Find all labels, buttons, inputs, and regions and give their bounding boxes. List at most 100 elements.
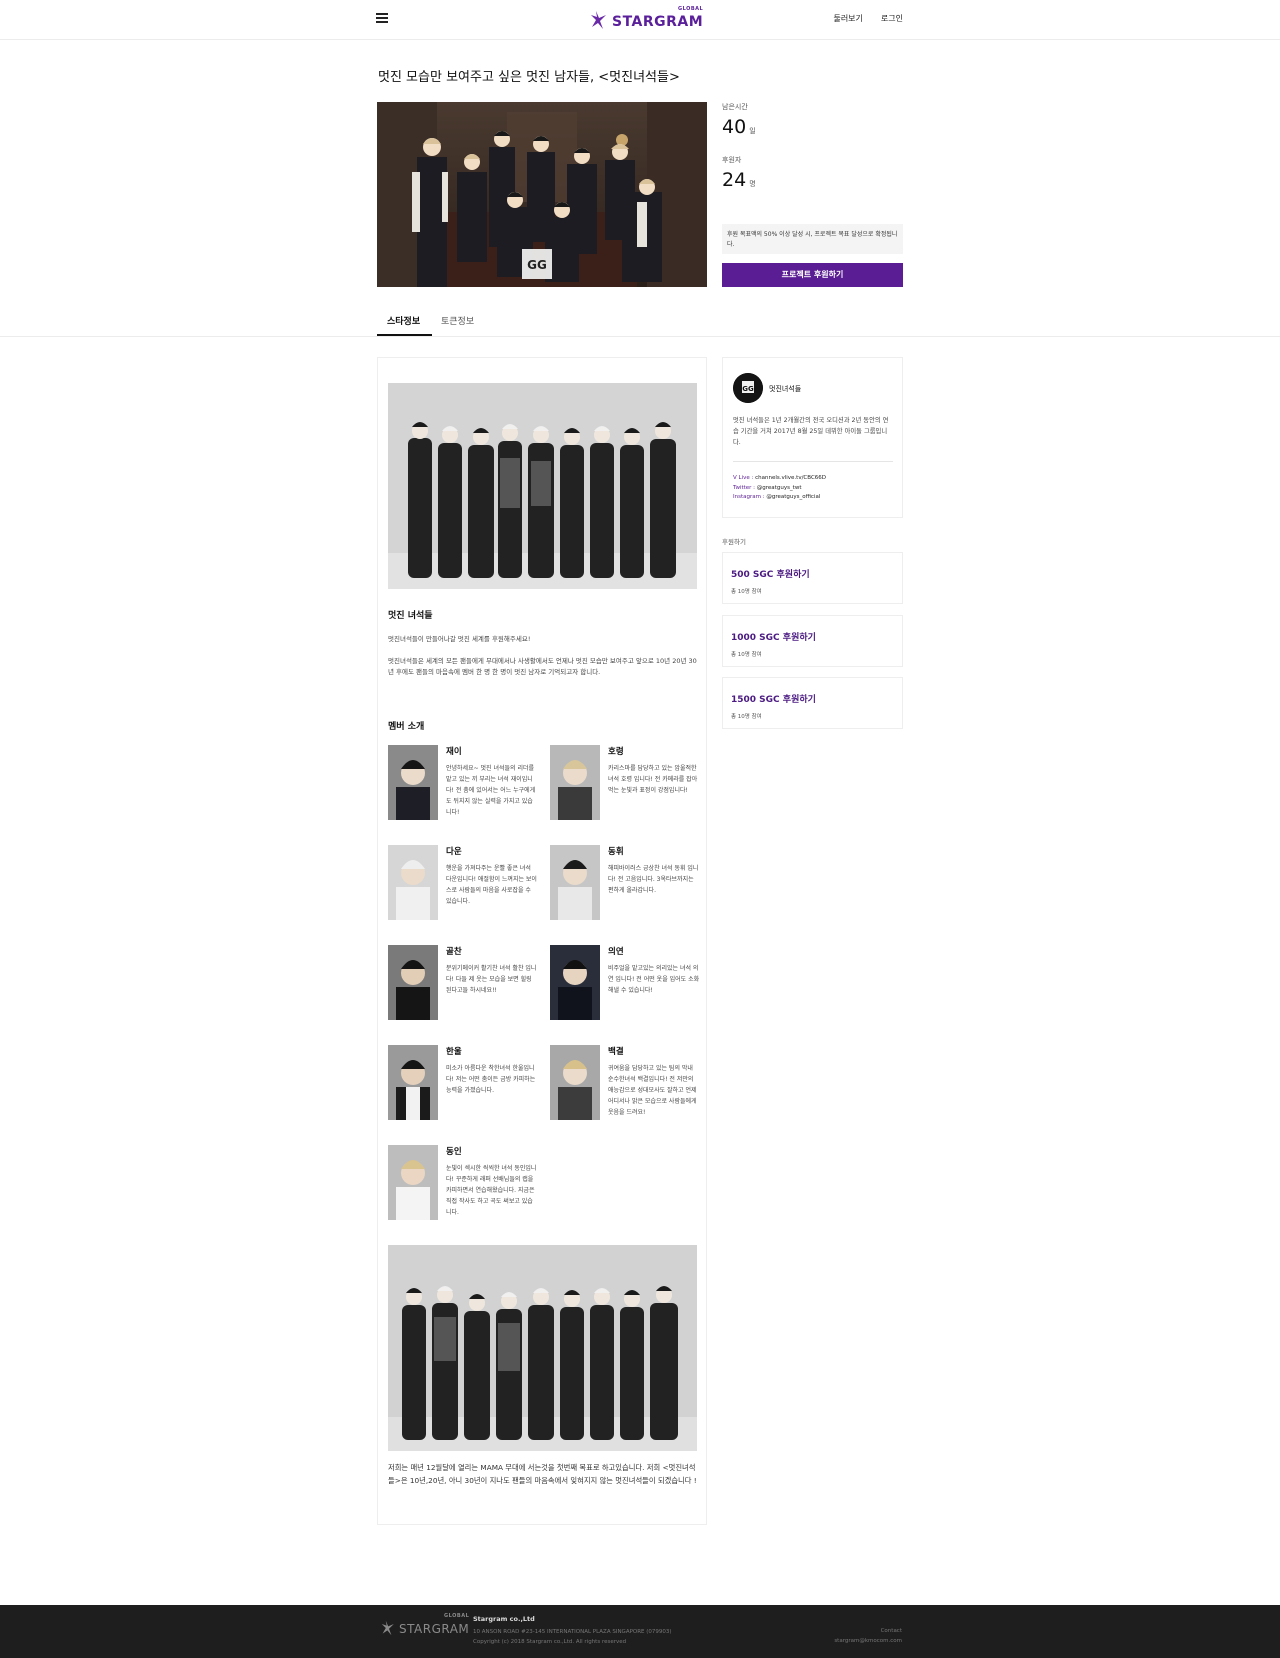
member-name: 동인 [446, 1147, 462, 1157]
sponsor-amount: 1000 SGC 후원하기 [731, 633, 816, 643]
site-footer: GLOBAL STARGRAM Stargram co.,Ltd 10 ANSO… [0, 1605, 1280, 1658]
link-label: Instagram : [733, 494, 767, 500]
member-photo [388, 945, 438, 1020]
footer-logo: GLOBAL STARGRAM [381, 1613, 470, 1637]
hamburger-menu-icon[interactable] [376, 13, 388, 25]
footer-address: 10 ANSON ROAD #23-145 INTERNATIONAL PLAZ… [473, 1629, 672, 1635]
member-name: 의연 [608, 947, 624, 957]
logo-global-text: GLOBAL [677, 5, 704, 12]
member-photo [550, 1045, 600, 1120]
social-link-vlive[interactable]: V Live : channels.vlive.tv/CBC66D [733, 474, 826, 484]
social-link-twitter[interactable]: Twitter : @greatguys_twt [733, 484, 826, 494]
remaining-unit: 일 [749, 127, 756, 135]
member-card: 골찬 분위기메이커 활기찬 녀석 활찬 입니다! 다들 제 웃는 모습을 보면 … [388, 945, 538, 1025]
footer-contact-label[interactable]: Contact [881, 1628, 902, 1634]
link-value: channels.vlive.tv/CBC66D [755, 475, 827, 481]
footer-company-name: Stargram co.,Ltd [473, 1615, 535, 1623]
artist-bio: 멋진 녀석들은 1년 2개월간의 전국 오디션과 2년 동안의 연습 기간을 거… [733, 417, 889, 446]
member-description: 안녕하세요~ 멋진 녀석들의 리더를 맡고 있는 끼 부리는 녀석 재이입니다!… [446, 765, 536, 816]
member-description: 카리스마를 담당하고 있는 암울적한 녀석 호령 입니다! 전 카메라를 잡아먹… [608, 765, 698, 794]
sponsor-option-500[interactable]: 500 SGC 후원하기 총 10명 참여 [722, 552, 903, 604]
intro-title: 멋진 녀석들 [388, 611, 433, 621]
project-title: 멋진 모습만 보여주고 싶은 멋진 남자들, <멋진녀석들> [378, 70, 680, 85]
link-value: @greatguys_official [766, 494, 821, 500]
backers-number: 24 [722, 169, 747, 191]
link-label: Twitter : [733, 484, 757, 491]
link-value: @greatguys_twt [756, 484, 802, 491]
top-nav: 둘러보기 로그인 [833, 13, 903, 24]
footer-contact-email[interactable]: stargram@kmocom.com [834, 1638, 902, 1644]
member-photo [550, 945, 600, 1020]
member-description: 해피바이러스 긍상찬 녀석 동휘 입니다! 전 고음입니다. 3옥타브까지는 편… [608, 865, 699, 894]
member-photo [550, 745, 600, 820]
member-card: 한울 미소가 아름다운 착한녀석 한울입니다! 저는 어떤 춤이든 금방 카피하… [388, 1045, 538, 1125]
member-card: 의연 비주얼을 맡고있는 의리있는 녀석 의연 입니다! 전 어떤 옷을 입어도… [550, 945, 700, 1025]
nav-browse-link[interactable]: 둘러보기 [833, 13, 862, 24]
sponsor-option-1000[interactable]: 1000 SGC 후원하기 총 10명 참여 [722, 615, 903, 667]
project-stats: 남은시간 40 일 후원자 24 명 [722, 102, 903, 191]
sponsor-participants: 총 10명 참여 [731, 714, 762, 720]
stargram-logo[interactable]: GLOBAL STARGRAM [590, 5, 704, 32]
artist-avatar: GG [733, 373, 763, 403]
svg-text:GG: GG [742, 385, 754, 393]
member-name: 백결 [608, 1047, 624, 1057]
link-label: V Live : [733, 475, 756, 481]
member-description: 귀여움을 담당하고 있는 팀의 막내 순수한녀석 백결입니다! 전 저만의 애능… [608, 1065, 697, 1116]
footer-logo-global: GLOBAL [444, 1613, 470, 1619]
member-photo [388, 1045, 438, 1120]
footer-logo-word: STARGRAM [399, 1622, 470, 1636]
member-description: 행운을 가져다주는 운빨 좋은 녀석 다운입니다! 애절함이 느껴지는 보이스로… [446, 865, 537, 905]
star-logo-icon [591, 11, 606, 29]
social-link-instagram[interactable]: Instagram : @greatguys_official [733, 493, 826, 503]
remaining-value: 40 일 [722, 116, 903, 138]
social-links: V Live : channels.vlive.tv/CBC66D Twitte… [733, 474, 826, 503]
sponsor-amount: 500 SGC 후원하기 [731, 570, 810, 580]
hero-group-photo: GG [377, 102, 707, 287]
backers-unit: 명 [749, 180, 756, 188]
tabs-divider [0, 336, 1280, 337]
member-photo [388, 745, 438, 820]
nav-login-link[interactable]: 로그인 [881, 13, 903, 24]
member-photo [388, 845, 438, 920]
sponsor-participants: 총 10명 참여 [731, 589, 762, 595]
tab-token-info[interactable]: 토큰정보 [441, 314, 474, 327]
site-header: GLOBAL STARGRAM 둘러보기 로그인 [0, 0, 1280, 40]
funding-notice: 후원 목표액의 50% 이상 달성 시, 프로젝트 목표 달성으로 확정됩니다. [722, 224, 903, 254]
member-name: 골찬 [446, 947, 462, 957]
footer-star-icon [381, 1620, 394, 1635]
group-photo-top [388, 383, 697, 589]
artist-profile-card: GG 멋진녀석들 멋진 녀석들은 1년 2개월간의 전국 오디션과 2년 동안의… [722, 357, 903, 518]
svg-text:GG: GG [527, 258, 547, 272]
tab-star-info[interactable]: 스타정보 [387, 314, 420, 327]
remaining-label: 남은시간 [722, 103, 748, 111]
sponsor-participants: 총 10명 참여 [731, 652, 762, 658]
member-name: 호령 [608, 747, 624, 757]
member-name: 동휘 [608, 847, 624, 857]
backers-value: 24 명 [722, 169, 903, 191]
member-description: 비주얼을 맡고있는 의리있는 녀석 의연 입니다! 전 어떤 옷을 입어도 소화… [608, 965, 700, 994]
profile-divider [733, 461, 893, 462]
member-description: 눈빛이 섹시한 씩씩한 녀석 동인입니다! 꾸준하게 래퍼 선배님들의 랩을 카… [446, 1165, 537, 1216]
sponsor-option-1500[interactable]: 1500 SGC 후원하기 총 10명 참여 [722, 677, 903, 729]
member-name: 다운 [446, 847, 462, 857]
backers-label: 후원자 [722, 156, 742, 164]
member-photo [550, 845, 600, 920]
support-project-button[interactable]: 프로젝트 후원하기 [722, 263, 903, 287]
intro-paragraph-1: 멋진녀석들이 만들어나갈 멋진 세계를 후원해주세요! [388, 635, 531, 643]
member-name: 한울 [446, 1047, 462, 1057]
member-description: 미소가 아름다운 착한녀석 한울입니다! 저는 어떤 춤이든 금방 카피하는 능… [446, 1065, 536, 1094]
member-card: 재이 안녕하세요~ 멋진 녀석들의 리더를 맡고 있는 끼 부리는 녀석 재이입… [388, 745, 538, 825]
member-card: 다운 행운을 가져다주는 운빨 좋은 녀석 다운입니다! 애절함이 느껴지는 보… [388, 845, 538, 925]
member-card: 동인 눈빛이 섹시한 씩씩한 녀석 동인입니다! 꾸준하게 래퍼 선배님들의 랩… [388, 1145, 538, 1225]
artist-name: 멋진녀석들 [769, 385, 802, 393]
sponsor-amount: 1500 SGC 후원하기 [731, 695, 816, 705]
footer-copyright: Copyright (c) 2018 Stargram co.,Ltd. All… [473, 1639, 627, 1645]
member-card: 호령 카리스마를 담당하고 있는 암울적한 녀석 호령 입니다! 전 카메라를 … [550, 745, 700, 825]
star-info-panel: 멋진 녀석들 멋진녀석들이 만들어나갈 멋진 세계를 후원해주세요! 멋진녀석들… [377, 357, 707, 1525]
member-description: 분위기메이커 활기찬 녀석 활찬 입니다! 다들 제 웃는 모습을 보면 힐링 … [446, 965, 537, 994]
intro-paragraph-2: 멋진녀석들은 세계의 모든 팬들에게 무대에서나 사생활에서도 언제나 멋진 모… [388, 657, 697, 676]
logo-wordmark: STARGRAM [612, 13, 704, 30]
member-card: 동휘 해피바이러스 긍상찬 녀석 동휘 입니다! 전 고음입니다. 3옥타브까지… [550, 845, 700, 925]
member-name: 재이 [446, 747, 462, 757]
sponsor-section-label: 후원하기 [722, 538, 746, 546]
